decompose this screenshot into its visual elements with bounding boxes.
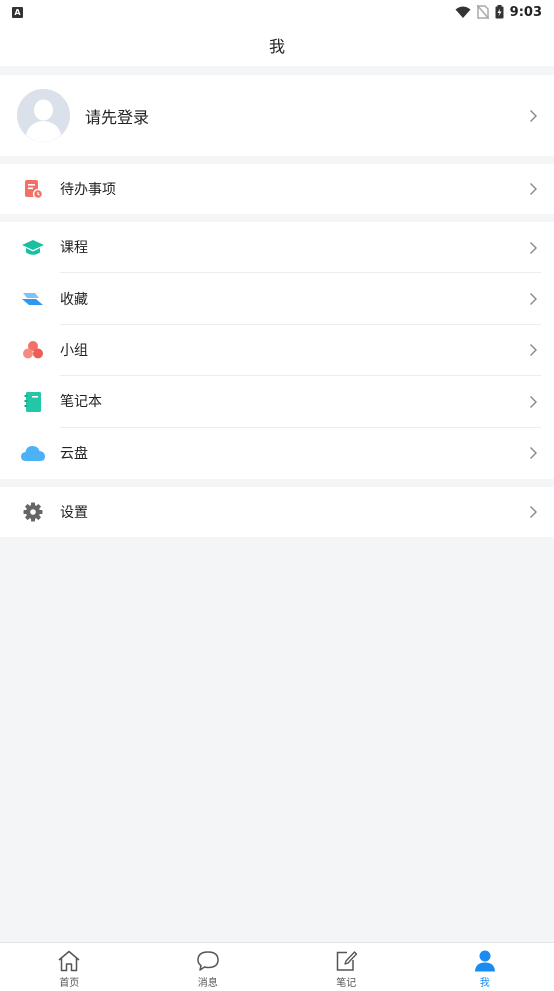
wifi-icon [455, 6, 471, 18]
menu-item-settings[interactable]: 设置 [0, 487, 554, 537]
no-sim-icon [476, 5, 489, 19]
page-title: 我 [268, 37, 285, 56]
todo-icon [25, 180, 43, 199]
default-avatar-icon [17, 89, 70, 142]
tab-messages[interactable]: 消息 [139, 943, 278, 991]
chat-bubble-icon [197, 951, 219, 971]
chevron-right-icon [530, 183, 537, 195]
accessibility-badge-icon: A [12, 6, 23, 18]
chevron-right-icon [530, 506, 537, 518]
status-left: A [12, 6, 23, 18]
menu-item-label: 小组 [60, 325, 541, 377]
status-bar: A 9:03 [0, 0, 554, 24]
menu-item-course[interactable]: 课程 [0, 222, 554, 274]
favorites-folder-icon [22, 293, 43, 306]
group-icon [23, 341, 43, 359]
bottom-tab-bar: 首页 消息 笔记 我 [0, 942, 554, 991]
tab-label: 笔记 [336, 978, 357, 989]
menu-item-label: 课程 [60, 222, 541, 274]
menu-item-notebook[interactable]: 笔记本 [0, 376, 554, 428]
chevron-right-icon [530, 447, 537, 460]
settings-section: 设置 [0, 487, 554, 537]
tab-home[interactable]: 首页 [0, 943, 139, 991]
tab-me[interactable]: 我 [416, 943, 554, 991]
chevron-right-icon [530, 395, 537, 408]
menu-item-group[interactable]: 小组 [0, 325, 554, 377]
tab-label: 消息 [197, 978, 218, 989]
notebook-icon [24, 391, 41, 412]
menu-item-cloud-drive[interactable]: 云盘 [0, 428, 554, 479]
chevron-right-icon [530, 109, 537, 122]
profile-section[interactable]: 请先登录 [0, 75, 554, 156]
cloud-icon [21, 446, 45, 462]
menu-item-label: 笔记本 [60, 376, 541, 428]
todo-section: 待办事项 [0, 164, 554, 214]
profile-row[interactable]: 请先登录 [0, 75, 554, 156]
menu-list-section: 课程 收藏 小组 笔记本 云盘 [0, 222, 554, 479]
menu-item-todo[interactable]: 待办事项 [0, 164, 554, 214]
status-time: 9:03 [509, 4, 542, 20]
avatar [17, 89, 70, 142]
chevron-right-icon [530, 344, 537, 357]
menu-item-label: 待办事项 [60, 182, 116, 198]
nav-bar: 我 [0, 24, 554, 66]
chevron-right-icon [530, 241, 537, 254]
menu-item-label: 设置 [60, 505, 88, 521]
login-prompt: 请先登录 [85, 107, 150, 127]
chevron-right-icon [530, 293, 537, 306]
menu-item-label: 收藏 [60, 273, 541, 325]
tab-label: 首页 [59, 978, 80, 989]
status-right: 9:03 [455, 5, 542, 20]
graduation-cap-icon [22, 239, 44, 255]
user-icon [474, 950, 495, 972]
tab-notes[interactable]: 笔记 [277, 943, 416, 991]
battery-icon [495, 5, 504, 19]
gear-icon [23, 502, 43, 522]
menu-item-label: 云盘 [60, 446, 88, 463]
edit-note-icon [337, 951, 358, 971]
tab-label: 我 [479, 978, 490, 989]
menu-item-favorites[interactable]: 收藏 [0, 273, 554, 325]
home-icon [58, 950, 80, 972]
